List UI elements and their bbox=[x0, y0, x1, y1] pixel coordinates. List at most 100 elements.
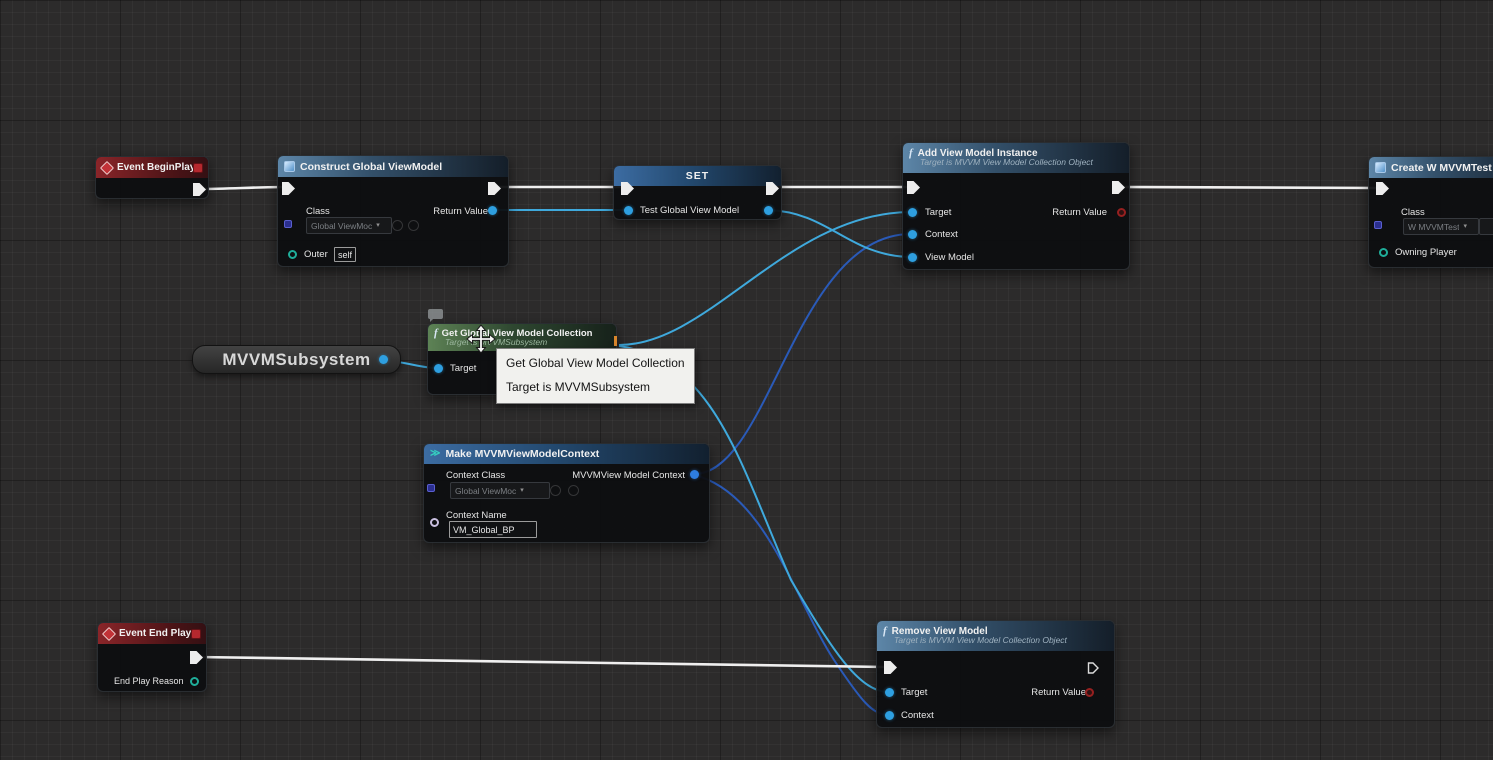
return-value-pin[interactable] bbox=[1117, 208, 1126, 217]
marker-tick bbox=[614, 336, 617, 346]
view-model-pin-label: View Model bbox=[925, 252, 974, 263]
widget-icon bbox=[1375, 162, 1386, 173]
chevron-down-icon: ▾ bbox=[1463, 223, 1467, 230]
make-struct-icon: ≫ bbox=[430, 449, 440, 459]
browse-icon[interactable] bbox=[408, 220, 419, 231]
context-class-label: Context Class bbox=[446, 470, 505, 481]
variable-label: Test Global View Model bbox=[640, 205, 739, 216]
construct-icon bbox=[284, 161, 295, 172]
exec-out-pin[interactable] bbox=[193, 183, 206, 196]
context-pin-label: Context bbox=[901, 710, 934, 721]
blueprint-graph-canvas[interactable]: Event BeginPlay Construct Global ViewMod… bbox=[0, 0, 1493, 760]
subsystem-label: MVVMSubsystem bbox=[222, 350, 370, 370]
use-selected-icon[interactable] bbox=[550, 485, 561, 496]
context-pin[interactable] bbox=[885, 711, 894, 720]
class-dropdown[interactable]: Global ViewMoc ▾ bbox=[306, 217, 392, 234]
delegate-pin[interactable] bbox=[191, 629, 201, 639]
move-cursor-icon bbox=[466, 324, 496, 354]
node-subtitle: Target is MVVM View Model Collection Obj… bbox=[894, 635, 1114, 645]
outer-pin-label: Outer bbox=[304, 249, 328, 260]
context-name-pin[interactable] bbox=[430, 518, 439, 527]
browse-icon[interactable] bbox=[568, 485, 579, 496]
node-event-end-play[interactable]: Event End Play End Play Reason bbox=[97, 622, 207, 692]
return-value-pin[interactable] bbox=[488, 206, 497, 215]
node-title: Make MVVMViewModelContext bbox=[445, 448, 599, 460]
exec-in-pin[interactable] bbox=[1376, 182, 1389, 195]
comment-bubble-icon[interactable] bbox=[428, 309, 443, 319]
exec-out-pin[interactable] bbox=[1086, 661, 1100, 675]
class-extra-control[interactable] bbox=[1479, 218, 1493, 235]
function-icon: f bbox=[909, 148, 913, 159]
target-pin[interactable] bbox=[885, 688, 894, 697]
node-add-view-model-instance[interactable]: f Add View Model Instance Target is MVVM… bbox=[902, 142, 1130, 270]
function-icon: f bbox=[883, 626, 887, 637]
node-title: Construct Global ViewModel bbox=[300, 161, 442, 173]
class-dropdown[interactable]: W MVVMTest ▾ bbox=[1403, 218, 1479, 235]
target-pin[interactable] bbox=[908, 208, 917, 217]
outer-value-box[interactable]: self bbox=[334, 247, 356, 262]
target-pin-label: Target bbox=[901, 687, 927, 698]
outer-pin[interactable] bbox=[288, 250, 297, 259]
class-pin-label: Class bbox=[306, 206, 330, 217]
value-in-pin[interactable] bbox=[624, 206, 633, 215]
return-value-label: Return Value bbox=[1052, 207, 1107, 218]
wire-make-to-add-context bbox=[694, 234, 911, 474]
view-model-pin[interactable] bbox=[908, 253, 917, 262]
context-name-label: Context Name bbox=[446, 510, 507, 521]
context-pin-label: Context bbox=[925, 229, 958, 240]
wire-exec-endplay-remove bbox=[196, 657, 886, 667]
return-value-label: Return Value bbox=[433, 206, 488, 217]
wire-exec-beginplay-construct bbox=[199, 187, 287, 189]
node-title: Event BeginPlay bbox=[117, 162, 195, 173]
return-value-pin[interactable] bbox=[1085, 688, 1094, 697]
exec-out-pin[interactable] bbox=[488, 182, 501, 195]
wire-layer bbox=[0, 0, 1493, 760]
owning-player-label: Owning Player bbox=[1395, 247, 1457, 258]
wire-exec-add-create bbox=[1118, 187, 1381, 188]
exec-in-pin[interactable] bbox=[884, 661, 897, 674]
exec-in-pin[interactable] bbox=[282, 182, 295, 195]
node-title: Create W MVVMTest Wi bbox=[1391, 162, 1493, 174]
node-create-widget[interactable]: Create W MVVMTest Wi Class W MVVMTest ▾ … bbox=[1368, 156, 1493, 268]
node-construct-global-viewmodel[interactable]: Construct Global ViewModel Class Global … bbox=[277, 155, 509, 267]
use-selected-icon[interactable] bbox=[392, 220, 403, 231]
output-struct-label: MVVMView Model Context bbox=[572, 470, 685, 481]
context-class-dropdown[interactable]: Global ViewMoc ▾ bbox=[450, 482, 550, 499]
chevron-down-icon: ▾ bbox=[376, 222, 380, 229]
node-make-mvvm-view-model-context[interactable]: ≫ Make MVVMViewModelContext Context Clas… bbox=[423, 443, 710, 543]
value-out-pin[interactable] bbox=[764, 206, 773, 215]
node-event-begin-play[interactable]: Event BeginPlay bbox=[95, 156, 209, 199]
context-class-pin[interactable] bbox=[427, 484, 435, 492]
exec-out-pin[interactable] bbox=[1112, 181, 1125, 194]
chevron-down-icon: ▾ bbox=[520, 487, 524, 494]
end-play-reason-pin[interactable] bbox=[190, 677, 199, 686]
node-tooltip: Get Global View Model Collection Target … bbox=[496, 348, 695, 404]
class-pin-label: Class bbox=[1401, 207, 1425, 218]
event-icon bbox=[100, 160, 114, 174]
target-pin-label: Target bbox=[925, 207, 951, 218]
wire-set-to-viewmodel bbox=[768, 210, 911, 257]
node-remove-view-model[interactable]: f Remove View Model Target is MVVM View … bbox=[876, 620, 1115, 728]
function-icon: f bbox=[434, 328, 438, 339]
node-title: SET bbox=[686, 170, 709, 182]
context-pin[interactable] bbox=[908, 230, 917, 239]
output-struct-pin[interactable] bbox=[690, 470, 699, 479]
node-subtitle: Target is MVVM View Model Collection Obj… bbox=[920, 157, 1129, 167]
class-pin[interactable] bbox=[1374, 221, 1382, 229]
context-name-value-box[interactable]: VM_Global_BP bbox=[449, 521, 537, 538]
class-pin[interactable] bbox=[284, 220, 292, 228]
wire-getvmc-to-add-target bbox=[619, 212, 911, 345]
node-title: Event End Play bbox=[119, 628, 191, 639]
end-play-reason-label: End Play Reason bbox=[114, 676, 184, 686]
tooltip-title: Get Global View Model Collection bbox=[506, 356, 685, 370]
subsystem-out-pin[interactable] bbox=[379, 355, 388, 364]
event-icon bbox=[102, 626, 116, 640]
exec-in-pin[interactable] bbox=[907, 181, 920, 194]
node-set-test-global-view-model[interactable]: SET Test Global View Model bbox=[613, 165, 782, 220]
node-mvvm-subsystem[interactable]: MVVMSubsystem bbox=[192, 345, 401, 374]
target-pin[interactable] bbox=[434, 364, 443, 373]
delegate-pin[interactable] bbox=[193, 163, 203, 173]
owning-player-pin[interactable] bbox=[1379, 248, 1388, 257]
exec-out-pin[interactable] bbox=[190, 651, 203, 664]
target-pin-label: Target bbox=[450, 363, 476, 374]
